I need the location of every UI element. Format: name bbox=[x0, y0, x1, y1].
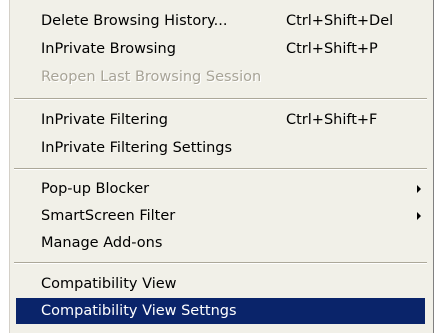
menu-item-label: Reopen Last Browsing Session bbox=[41, 69, 262, 85]
menu-item-inprivate-browsing[interactable]: InPrivate Browsing Ctrl+Shift+P bbox=[16, 36, 425, 62]
menu-item-compatibility-view[interactable]: Compatibility View bbox=[16, 271, 425, 297]
menu-separator bbox=[14, 262, 427, 264]
menu-item-label: InPrivate Filtering bbox=[41, 112, 168, 128]
menu-item-inprivate-filtering[interactable]: InPrivate Filtering Ctrl+Shift+F bbox=[16, 107, 425, 133]
tools-menu: Delete Browsing History... Ctrl+Shift+De… bbox=[9, 0, 434, 333]
menu-item-label: InPrivate Filtering Settings bbox=[41, 140, 233, 156]
menu-item-label: Delete Browsing History... bbox=[41, 13, 228, 29]
menu-item-label: InPrivate Browsing bbox=[41, 41, 176, 57]
menu-item-shortcut: Ctrl+Shift+Del bbox=[286, 13, 394, 29]
menu-item-popup-blocker[interactable]: Pop-up Blocker bbox=[16, 176, 425, 202]
menu-item-label: Pop-up Blocker bbox=[41, 181, 150, 197]
menu-item-shortcut: Ctrl+Shift+F bbox=[286, 112, 378, 128]
menu-item-label: Compatibility View bbox=[41, 276, 177, 292]
menu-item-shortcut: Ctrl+Shift+P bbox=[286, 41, 378, 57]
menu-item-inprivate-filtering-settings[interactable]: InPrivate Filtering Settings bbox=[16, 135, 425, 161]
menu-item-smartscreen-filter[interactable]: SmartScreen Filter bbox=[16, 203, 425, 229]
chevron-right-icon bbox=[417, 185, 421, 193]
menu-separator bbox=[14, 168, 427, 170]
menu-item-manage-add-ons[interactable]: Manage Add-ons bbox=[16, 230, 425, 256]
menu-separator bbox=[14, 98, 427, 100]
menu-item-compatibility-view-settings[interactable]: Compatibility View Settngs bbox=[16, 298, 425, 324]
menu-item-reopen-last-browsing-session: Reopen Last Browsing Session bbox=[16, 64, 425, 90]
menu-item-delete-browsing-history[interactable]: Delete Browsing History... Ctrl+Shift+De… bbox=[16, 8, 425, 34]
menu-item-label: Compatibility View Settngs bbox=[41, 303, 237, 319]
menu-item-label: Manage Add-ons bbox=[41, 235, 163, 251]
chevron-right-icon bbox=[417, 212, 421, 220]
menu-item-label: SmartScreen Filter bbox=[41, 208, 176, 224]
